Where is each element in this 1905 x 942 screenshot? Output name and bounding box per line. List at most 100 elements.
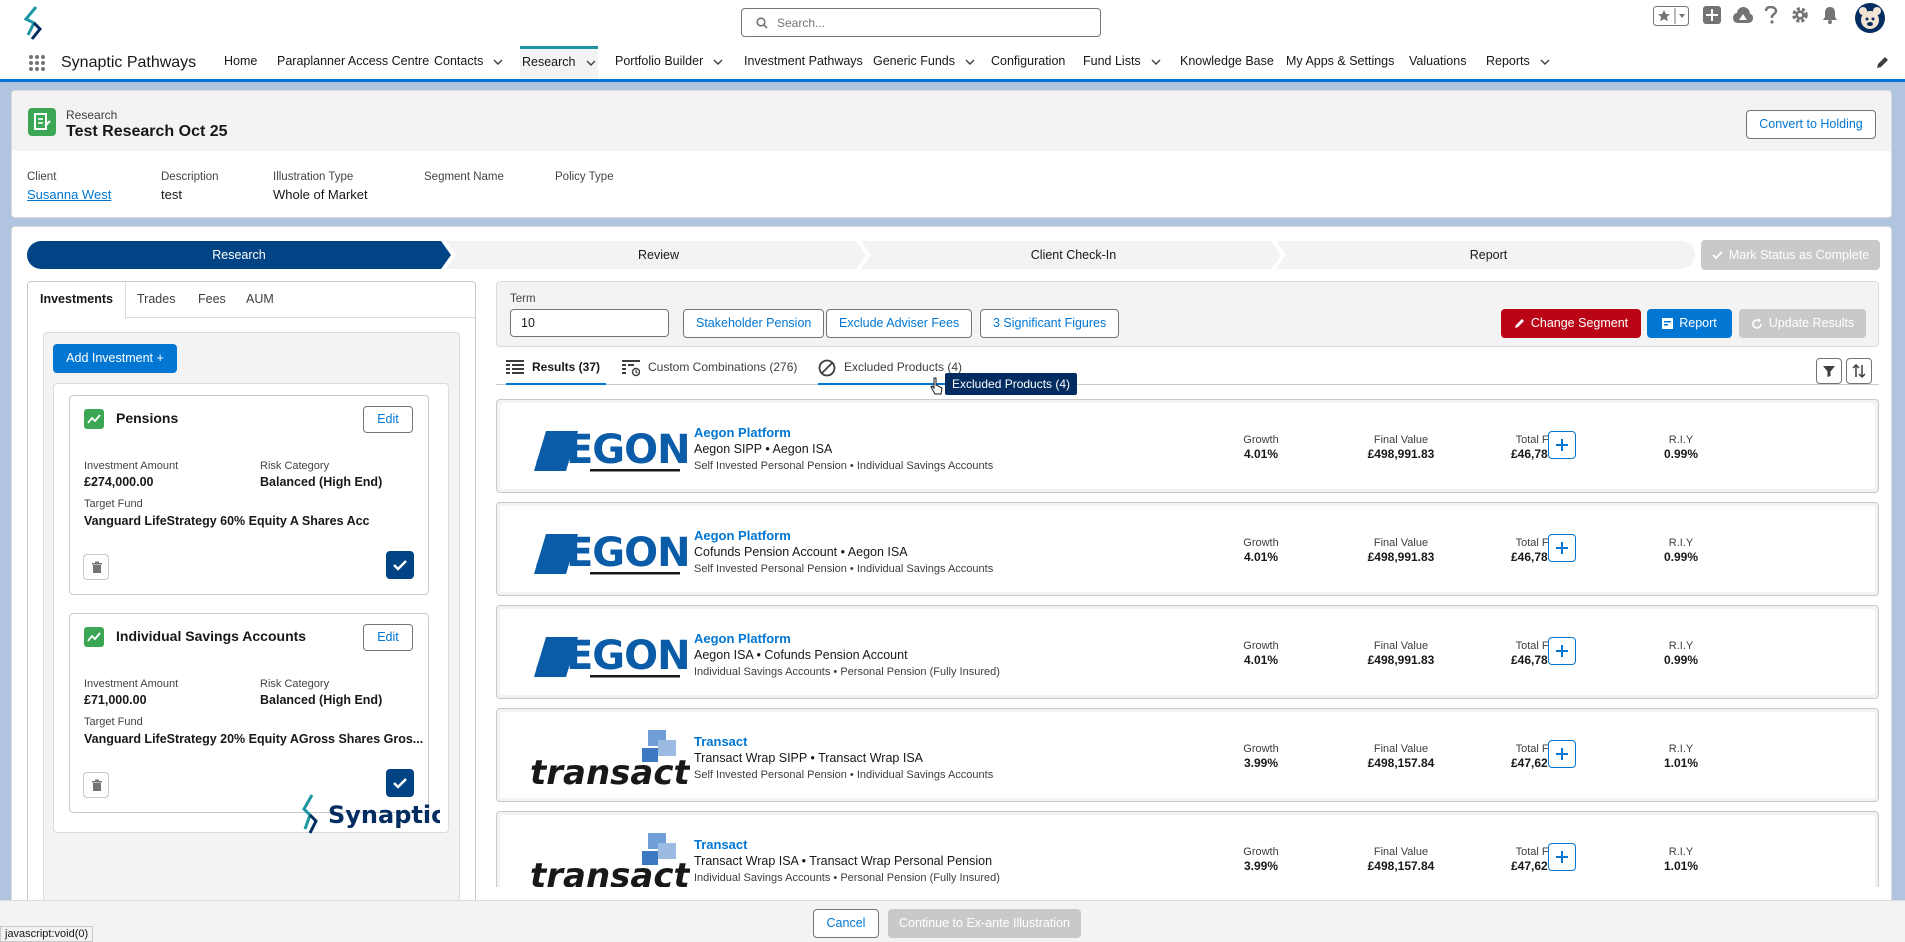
- investment-amount: £274,000.00: [84, 475, 154, 489]
- result-card: AEGON Aegon Platform Aegon SIPP • Aegon IS…: [496, 399, 1879, 493]
- metric-label: Growth: [1243, 640, 1279, 652]
- result-card: transact Transact Transact Wrap SIPP • Tra…: [496, 708, 1879, 802]
- amount-label: Investment Amount: [84, 678, 179, 690]
- edit-investment-button[interactable]: Edit: [363, 624, 413, 651]
- help-icon[interactable]: [1764, 6, 1778, 24]
- product-description: Individual Savings Accounts • Personal P…: [694, 666, 1000, 678]
- nav-generic-funds[interactable]: Generic Funds: [873, 46, 975, 79]
- path-step-review[interactable]: Review: [451, 241, 866, 269]
- platform-link[interactable]: Aegon Platform: [694, 528, 791, 543]
- metric-total-fees: Total Fees £46,786.69: [1481, 537, 1601, 564]
- add-result-button[interactable]: [1548, 740, 1576, 768]
- add-result-button[interactable]: [1548, 534, 1576, 562]
- provider-logo: AEGON: [530, 619, 690, 689]
- nav-label: Generic Funds: [873, 54, 955, 68]
- nav-reports[interactable]: Reports: [1486, 46, 1550, 79]
- metric-label: R.I.Y: [1668, 846, 1694, 858]
- chevron-down-icon[interactable]: [586, 60, 596, 66]
- plus-icon: [1556, 748, 1568, 760]
- client-link[interactable]: Susanna West: [27, 187, 111, 202]
- tab-investments[interactable]: Investments: [28, 282, 126, 319]
- synaptic-logo-icon[interactable]: [22, 5, 52, 41]
- cancel-button[interactable]: Cancel: [813, 909, 879, 938]
- avatar[interactable]: [1855, 3, 1885, 33]
- target-fund: Vanguard LifeStrategy 20% Equity AGross …: [84, 732, 424, 746]
- nav-investment-pathways[interactable]: Investment Pathways: [744, 46, 863, 79]
- continue-ex-ante-button[interactable]: Continue to Ex-ante Illustration: [888, 909, 1081, 938]
- plus-icon: [1556, 542, 1568, 554]
- metric-label: Final Value: [1373, 537, 1429, 549]
- favorites-icon[interactable]: [1653, 6, 1689, 26]
- risk-label: Risk Category: [260, 460, 330, 472]
- global-search-input[interactable]: Search...: [741, 8, 1101, 37]
- metric-label: Final Value: [1373, 846, 1429, 858]
- nav-home[interactable]: Home: [224, 46, 257, 79]
- setup-gear-icon[interactable]: [1791, 6, 1809, 24]
- nav-research[interactable]: Research: [520, 46, 598, 79]
- field-client: Client Susanna West: [27, 171, 111, 202]
- edit-nav-pencil-icon[interactable]: [1875, 56, 1889, 70]
- research-workspace: Research Review Client Check-In Report M…: [11, 226, 1892, 911]
- path-step-client-check-in[interactable]: Client Check-In: [866, 241, 1281, 269]
- metric-final-value: Final Value £498,991.83: [1341, 640, 1461, 667]
- app-name: Synaptic Pathways: [61, 54, 197, 71]
- aegon-logo-icon: AEGON: [534, 633, 690, 679]
- add-result-button[interactable]: [1548, 843, 1576, 871]
- result-card-body: AEGON Aegon Platform Cofunds Pension Accou…: [500, 506, 1875, 592]
- mark-status-complete-button[interactable]: Mark Status as Complete: [1701, 240, 1880, 270]
- product-description: Self Invested Personal Pension • Individ…: [694, 769, 994, 781]
- add-investment-button[interactable]: Add Investment +: [53, 344, 177, 373]
- nav-paraplanner-access-centre[interactable]: Paraplanner Access Centre: [277, 46, 429, 79]
- nav-label: Research: [522, 55, 576, 69]
- metric-label: Growth: [1243, 434, 1279, 446]
- platform-link[interactable]: Aegon Platform: [694, 631, 791, 646]
- platform-link[interactable]: Transact: [694, 734, 747, 749]
- global-add-icon[interactable]: [1703, 6, 1721, 24]
- nav-valuations[interactable]: Valuations: [1409, 46, 1466, 79]
- edit-investment-button[interactable]: Edit: [363, 406, 413, 433]
- add-result-button[interactable]: [1548, 431, 1576, 459]
- metric-label: Total Fees: [1515, 434, 1567, 446]
- chevron-down-icon[interactable]: [713, 59, 723, 65]
- nav-contacts[interactable]: Contacts: [434, 46, 503, 79]
- final-value: £498,991.83: [1367, 447, 1435, 461]
- metric-label: Total Fees: [1515, 846, 1567, 858]
- nav-my-apps-settings[interactable]: My Apps & Settings: [1286, 46, 1394, 79]
- confirm-investment-button[interactable]: [386, 551, 414, 579]
- chevron-down-icon[interactable]: [493, 59, 503, 65]
- platform-link[interactable]: Transact: [694, 837, 747, 852]
- app-launcher-icon[interactable]: [28, 54, 46, 72]
- total-fees-value: £46,786.69: [1510, 447, 1572, 461]
- path-step-report[interactable]: Report: [1281, 241, 1696, 269]
- nav-portfolio-builder[interactable]: Portfolio Builder: [615, 46, 723, 79]
- product-combination: Aegon ISA • Cofunds Pension Account: [694, 648, 908, 662]
- nav-label: My Apps & Settings: [1286, 54, 1395, 68]
- chevron-down-icon[interactable]: [1540, 59, 1550, 65]
- tab-fees[interactable]: Fees: [186, 282, 238, 318]
- add-result-button[interactable]: [1548, 637, 1576, 665]
- nav-configuration[interactable]: Configuration: [991, 46, 1065, 79]
- delete-investment-button[interactable]: [83, 772, 109, 798]
- investments-panel: Investments Trades Fees AUM Add Investme…: [27, 281, 476, 911]
- tab-aum[interactable]: AUM: [234, 282, 286, 318]
- platform-link[interactable]: Aegon Platform: [694, 425, 791, 440]
- transact-logo-icon: transact: [530, 833, 690, 887]
- metric-label: R.I.Y: [1668, 640, 1694, 652]
- nav-knowledge-base[interactable]: Knowledge Base: [1180, 46, 1274, 79]
- chevron-down-icon[interactable]: [965, 59, 975, 65]
- growth-value: 3.99%: [1243, 756, 1279, 770]
- investment-title: Individual Savings Accounts: [116, 628, 307, 644]
- field-label: Segment Name: [424, 171, 504, 183]
- trailhead-icon[interactable]: [1733, 6, 1753, 24]
- metric-label: Total Fees: [1515, 537, 1567, 549]
- delete-investment-button[interactable]: [83, 554, 109, 580]
- path-step-research[interactable]: Research: [27, 241, 451, 269]
- trash-icon: [92, 779, 102, 791]
- notifications-bell-icon[interactable]: [1822, 6, 1838, 24]
- tab-trades[interactable]: Trades: [125, 282, 187, 318]
- chart-icon: [84, 409, 104, 429]
- search-icon: [756, 17, 768, 29]
- convert-to-holding-button[interactable]: Convert to Holding: [1746, 110, 1876, 139]
- nav-fund-lists[interactable]: Fund Lists: [1083, 46, 1161, 79]
- chevron-down-icon[interactable]: [1151, 59, 1161, 65]
